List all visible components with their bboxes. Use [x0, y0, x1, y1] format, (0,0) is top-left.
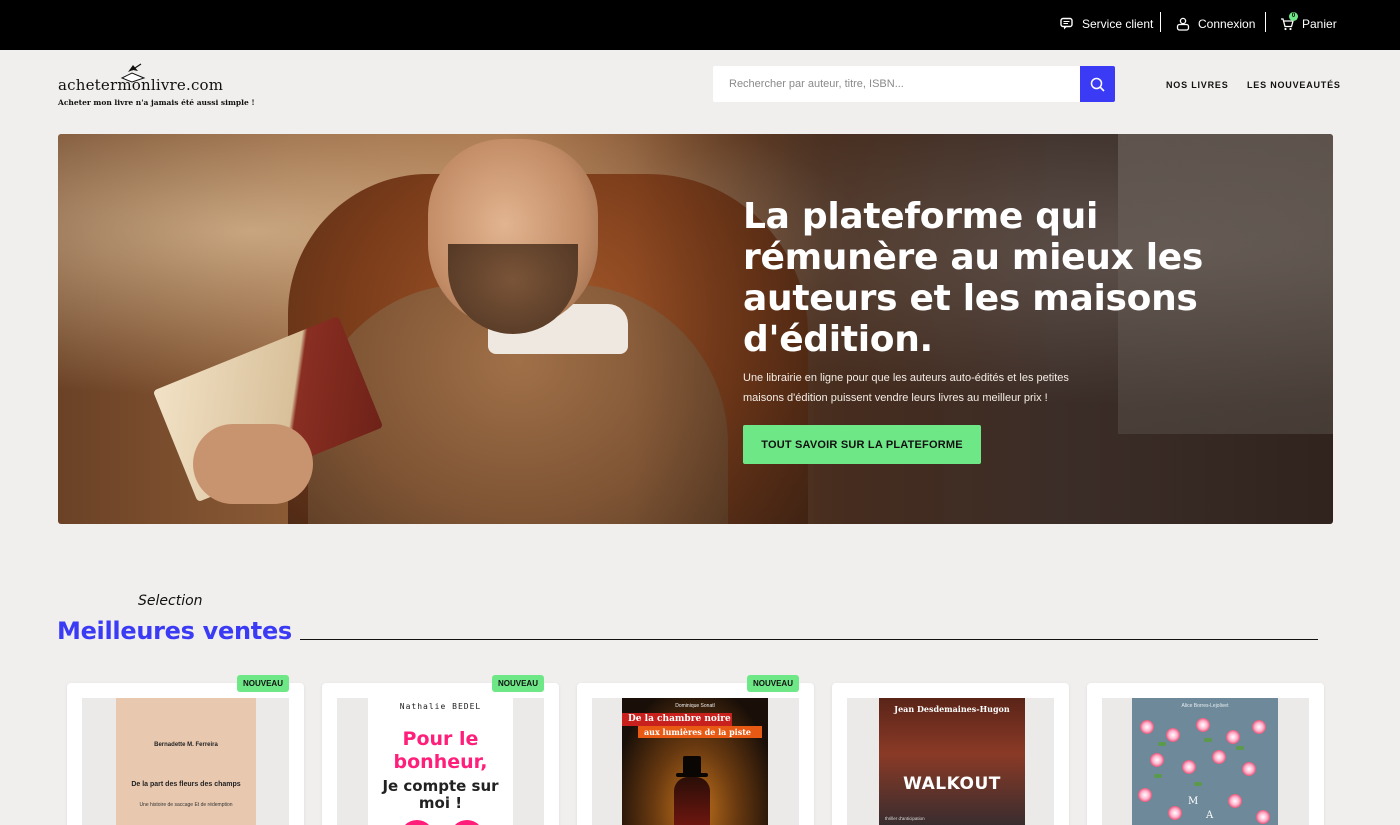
book-card[interactable]: Jean Desdemaines-Hugon WALKOUT thriller … [832, 683, 1069, 825]
login-label: Connexion [1198, 17, 1256, 31]
cover-title-2: Je compte sur moi ! [382, 777, 499, 812]
cover-title: WALKOUT [903, 774, 1001, 794]
search-bar [713, 66, 1115, 102]
section-kicker: Selection [138, 593, 203, 609]
flower-icon [1226, 730, 1240, 744]
nav-les-nouveautes[interactable]: LES NOUVEAUTÉS [1247, 80, 1341, 90]
cart-count-badge: 0 [1289, 12, 1298, 21]
hero-title: La plateforme qui rémunère au mieux les … [743, 196, 1204, 360]
new-badge: NOUVEAU [746, 675, 799, 692]
site-logo[interactable]: achetermonlivre.com Acheter mon livre n'… [58, 62, 255, 112]
cover-author: Bernadette M. Ferreira [154, 742, 218, 748]
flower-icon [1252, 720, 1266, 734]
section-title: Meilleures ventes [57, 617, 292, 645]
book-cover: Nathalie BEDEL Pour le bonheur, Je compt… [368, 698, 513, 825]
nav-nos-livres[interactable]: NOS LIVRES [1166, 80, 1229, 90]
service-client-link[interactable]: Service client [1060, 14, 1153, 34]
cover-author: Alice Borres-Lejolivet [1181, 703, 1229, 709]
book-card[interactable]: NOUVEAU Nathalie BEDEL Pour le bonheur, … [322, 675, 559, 825]
hero-cta-button[interactable]: TOUT SAVOIR SUR LA PLATEFORME [743, 425, 981, 464]
flower-icon [1212, 750, 1226, 764]
service-client-label: Service client [1082, 17, 1154, 31]
cover-subtitle: thriller d'anticipation [885, 816, 925, 821]
book-cover-frame: Dominique Sonatl De la chambre noire aux… [592, 698, 799, 825]
logo-tagline: Acheter mon livre n'a jamais été aussi s… [58, 98, 255, 107]
book-cover: Alice Borres-Lejolivet M A [1132, 698, 1278, 825]
chat-bubble-icon [1060, 17, 1074, 31]
flower-icon [1242, 762, 1256, 776]
new-badge: NOUVEAU [491, 675, 544, 692]
heart-shape-icon [450, 820, 484, 825]
hero-subtitle: Une librairie en ligne pour que les aute… [743, 372, 1069, 404]
ringmaster-figure [674, 777, 710, 825]
section-divider [300, 639, 1318, 640]
flower-icon [1256, 810, 1270, 824]
book-cover: Jean Desdemaines-Hugon WALKOUT thriller … [879, 698, 1025, 825]
search-icon [1090, 77, 1105, 92]
flower-icon [1166, 728, 1180, 742]
top-bar: Service client Connexion 0 Panier [0, 0, 1400, 50]
flower-icon [1140, 720, 1154, 734]
cart-label: Panier [1302, 17, 1337, 31]
flower-icon [1182, 760, 1196, 774]
search-button[interactable] [1080, 66, 1115, 102]
top-hat-icon [683, 756, 701, 774]
book-cover-frame: Alice Borres-Lejolivet M A [1102, 698, 1309, 825]
flower-icon [1150, 753, 1164, 767]
heart-shape-icon [400, 820, 434, 825]
book-cover-frame: Nathalie BEDEL Pour le bonheur, Je compt… [337, 698, 544, 825]
cover-letter: M [1188, 796, 1199, 807]
book-cover-frame: Bernadette M. Ferreira De la part des fl… [82, 698, 289, 825]
cart-link[interactable]: 0 Panier [1280, 12, 1337, 34]
search-input[interactable] [713, 66, 1080, 102]
hero-banner: La plateforme qui rémunère au mieux les … [58, 134, 1333, 524]
cover-author: Nathalie BEDEL [399, 702, 482, 711]
new-badge: NOUVEAU [236, 675, 289, 692]
divider [1265, 12, 1266, 32]
cover-title: De la chambre noire [622, 713, 732, 726]
cover-subtitle: Une histoire de saccage Et de rédemption [139, 802, 233, 808]
book-card[interactable]: NOUVEAU Dominique Sonatl De la chambre n… [577, 675, 814, 825]
cover-title: De la part des fleurs des champs [131, 781, 241, 788]
flower-icon [1228, 794, 1242, 808]
flower-icon [1168, 806, 1182, 820]
flower-icon [1138, 788, 1152, 802]
user-icon [1176, 17, 1190, 31]
book-card[interactable]: NOUVEAU Bernadette M. Ferreira De la par… [67, 675, 304, 825]
cover-author: Jean Desdemaines-Hugon [894, 704, 1010, 714]
cover-author: Dominique Sonatl [675, 703, 715, 709]
cover-title-2: aux lumières de la piste [638, 726, 762, 738]
book-cover: Bernadette M. Ferreira De la part des fl… [116, 698, 256, 825]
divider [1160, 12, 1161, 32]
book-cover-frame: Jean Desdemaines-Hugon WALKOUT thriller … [847, 698, 1054, 825]
cover-title: Pour le bonheur, [393, 728, 488, 773]
cart-icon: 0 [1280, 12, 1298, 31]
flower-icon [1196, 718, 1210, 732]
cover-letter: A [1206, 810, 1214, 821]
book-card[interactable]: Alice Borres-Lejolivet M A [1087, 683, 1324, 825]
book-cover: Dominique Sonatl De la chambre noire aux… [622, 698, 768, 825]
login-link[interactable]: Connexion [1176, 14, 1255, 34]
logo-text: achetermonlivre.com [58, 76, 224, 94]
